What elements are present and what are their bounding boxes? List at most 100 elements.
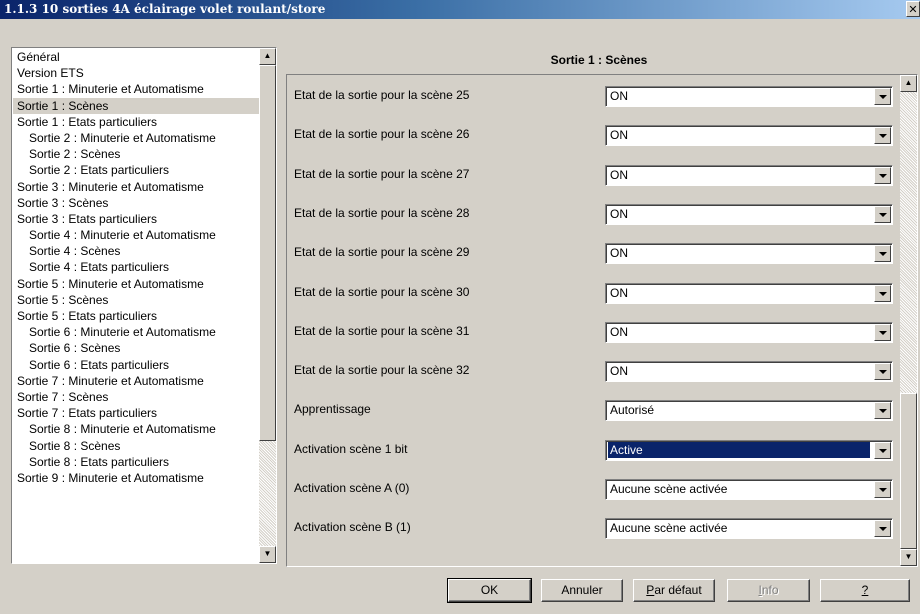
- parameter-row: Etat de la sortie pour la scène 32 ON: [287, 361, 897, 383]
- parameter-label: Etat de la sortie pour la scène 32: [294, 363, 470, 378]
- params-scroll-down-icon[interactable]: ▼: [900, 549, 917, 566]
- help-button[interactable]: ?: [820, 579, 910, 602]
- parameter-value: ON: [610, 128, 628, 143]
- tree-item[interactable]: Sortie 7 : Etats particuliers: [13, 405, 260, 421]
- parameter-value: Aucune scène activée: [610, 521, 728, 536]
- parameter-value: ON: [610, 206, 628, 221]
- parameter-label: Etat de la sortie pour la scène 26: [294, 127, 470, 142]
- scroll-up-icon[interactable]: ▲: [259, 48, 276, 65]
- info-button-label: nfo: [761, 583, 779, 597]
- tree-item[interactable]: Sortie 2 : Minuterie et Automatisme: [13, 130, 260, 146]
- dropdown-arrow-icon[interactable]: [874, 323, 891, 341]
- tree-item[interactable]: Sortie 6 : Etats particuliers: [13, 357, 260, 373]
- dropdown-arrow-icon[interactable]: [874, 402, 891, 420]
- tree-item[interactable]: Version ETS: [13, 65, 260, 81]
- info-button: Info: [727, 579, 810, 602]
- tree-item[interactable]: Sortie 1 : Etats particuliers: [13, 114, 260, 130]
- parameter-value: Active: [608, 441, 870, 458]
- dropdown-arrow-icon[interactable]: [874, 441, 891, 459]
- parameters-panel: Etat de la sortie pour la scène 25 ON Etat…: [286, 74, 918, 567]
- dropdown-arrow-icon[interactable]: [874, 481, 891, 498]
- cancel-button[interactable]: Annuler: [541, 579, 623, 602]
- parameter-value: ON: [610, 89, 628, 103]
- parameter-label: Activation scène A (0): [294, 481, 410, 495]
- tree-item[interactable]: Sortie 8 : Etats particuliers: [13, 454, 260, 470]
- parameter-value: ON: [610, 285, 628, 300]
- window-title: 1.1.3 10 sorties 4A éclairage volet roul…: [4, 2, 326, 16]
- parameter-select[interactable]: ON: [605, 203, 893, 225]
- parameter-row: Etat de la sortie pour la scène 29 ON: [287, 243, 897, 265]
- tree-item[interactable]: Sortie 2 : Scènes: [13, 146, 260, 162]
- dropdown-arrow-icon[interactable]: [874, 245, 891, 263]
- parameter-row: Activation scène 1 bit Active: [287, 439, 897, 461]
- dropdown-arrow-icon[interactable]: [874, 88, 891, 105]
- tree-item[interactable]: Sortie 6 : Minuterie et Automatisme: [13, 324, 260, 340]
- close-icon[interactable]: ✕: [906, 1, 920, 17]
- parameter-select[interactable]: ON: [605, 86, 893, 107]
- parameter-label: Etat de la sortie pour la scène 28: [294, 205, 470, 220]
- parameter-select[interactable]: ON: [605, 282, 893, 304]
- parameter-select[interactable]: ON: [605, 125, 893, 147]
- parameter-value: ON: [610, 324, 628, 339]
- parameter-value: ON: [610, 167, 628, 182]
- parameter-select[interactable]: ON: [605, 243, 893, 265]
- parameter-label: Activation scène 1 bit: [294, 441, 408, 456]
- default-button[interactable]: Par défaut: [633, 579, 715, 602]
- parameter-value: Autorisé: [610, 403, 655, 418]
- help-button-label: ?: [861, 583, 869, 597]
- parameter-row: Apprentissage Autorisé: [287, 400, 897, 422]
- parameter-select[interactable]: ON: [605, 321, 893, 343]
- parameters-scrollbar[interactable]: ▲ ▼: [900, 75, 917, 566]
- parameter-row: Etat de la sortie pour la scène 31 ON: [287, 321, 897, 343]
- parameter-label: Apprentissage: [294, 402, 371, 417]
- params-scroll-up-icon[interactable]: ▲: [900, 75, 917, 92]
- tree-item[interactable]: Sortie 5 : Scènes: [13, 292, 260, 308]
- tree-item[interactable]: Sortie 7 : Minuterie et Automatisme: [13, 373, 260, 389]
- title-bar: 1.1.3 10 sorties 4A éclairage volet roul…: [0, 0, 920, 19]
- parameter-select[interactable]: Autorisé: [605, 400, 893, 422]
- parameter-select[interactable]: ON: [605, 361, 893, 383]
- tree-item[interactable]: Sortie 3 : Minuterie et Automatisme: [13, 179, 260, 195]
- tree-scrollbar[interactable]: ▲ ▼: [259, 48, 276, 563]
- tree-item[interactable]: Sortie 6 : Scènes: [13, 340, 260, 356]
- parameter-row: Etat de la sortie pour la scène 27 ON: [287, 164, 897, 186]
- tree-item[interactable]: Sortie 8 : Scènes: [13, 438, 260, 454]
- scroll-down-icon[interactable]: ▼: [259, 546, 276, 563]
- tree-list: Général Version ETS Sortie 1 : Minuterie e…: [13, 49, 260, 562]
- tree-item[interactable]: Sortie 3 : Scènes: [13, 195, 260, 211]
- tree-scroll-thumb[interactable]: [259, 65, 276, 441]
- parameter-row: Etat de la sortie pour la scène 30 ON: [287, 282, 897, 304]
- parameter-row: Etat de la sortie pour la scène 25 ON: [287, 86, 897, 107]
- tree-item[interactable]: Sortie 8 : Minuterie et Automatisme: [13, 421, 260, 437]
- dropdown-arrow-icon[interactable]: [874, 166, 891, 184]
- tree-item[interactable]: Sortie 4 : Etats particuliers: [13, 259, 260, 275]
- dropdown-arrow-icon[interactable]: [874, 205, 891, 223]
- tree-item[interactable]: Sortie 1 : Minuterie et Automatisme: [13, 81, 260, 97]
- parameter-select[interactable]: ON: [605, 164, 893, 186]
- parameter-label: Activation scène B (1): [294, 520, 411, 535]
- tree-item[interactable]: Sortie 2 : Etats particuliers: [13, 162, 260, 178]
- tree-item[interactable]: Sortie 5 : Etats particuliers: [13, 308, 260, 324]
- parameter-row: Activation scène B (1) Aucune scène activ…: [287, 518, 897, 540]
- tree-item[interactable]: Sortie 1 : Scènes: [13, 97, 260, 114]
- dropdown-arrow-icon[interactable]: [874, 363, 891, 381]
- tree-item[interactable]: Sortie 4 : Minuterie et Automatisme: [13, 227, 260, 243]
- parameter-select[interactable]: Active: [605, 439, 893, 461]
- parameter-row: Activation scène A (0) Aucune scène activ…: [287, 479, 897, 500]
- parameter-select[interactable]: Aucune scène activée: [605, 479, 893, 500]
- dropdown-arrow-icon[interactable]: [874, 284, 891, 302]
- tree-item[interactable]: Sortie 9 : Minuterie et Automatisme: [13, 470, 260, 486]
- parameter-label: Etat de la sortie pour la scène 29: [294, 245, 470, 260]
- dropdown-arrow-icon[interactable]: [874, 520, 891, 538]
- tree-item[interactable]: Sortie 5 : Minuterie et Automatisme: [13, 276, 260, 292]
- parameter-select[interactable]: Aucune scène activée: [605, 518, 893, 540]
- tree-item[interactable]: Sortie 4 : Scènes: [13, 243, 260, 259]
- ok-button[interactable]: OK: [447, 578, 532, 603]
- parameter-label: Etat de la sortie pour la scène 27: [294, 166, 470, 181]
- tree-item[interactable]: Sortie 7 : Scènes: [13, 389, 260, 405]
- tree-item[interactable]: Sortie 3 : Etats particuliers: [13, 211, 260, 227]
- parameter-label: Etat de la sortie pour la scène 30: [294, 284, 470, 299]
- dropdown-arrow-icon[interactable]: [874, 127, 891, 145]
- tree-item[interactable]: Général: [13, 49, 260, 65]
- params-scroll-thumb[interactable]: [900, 393, 917, 549]
